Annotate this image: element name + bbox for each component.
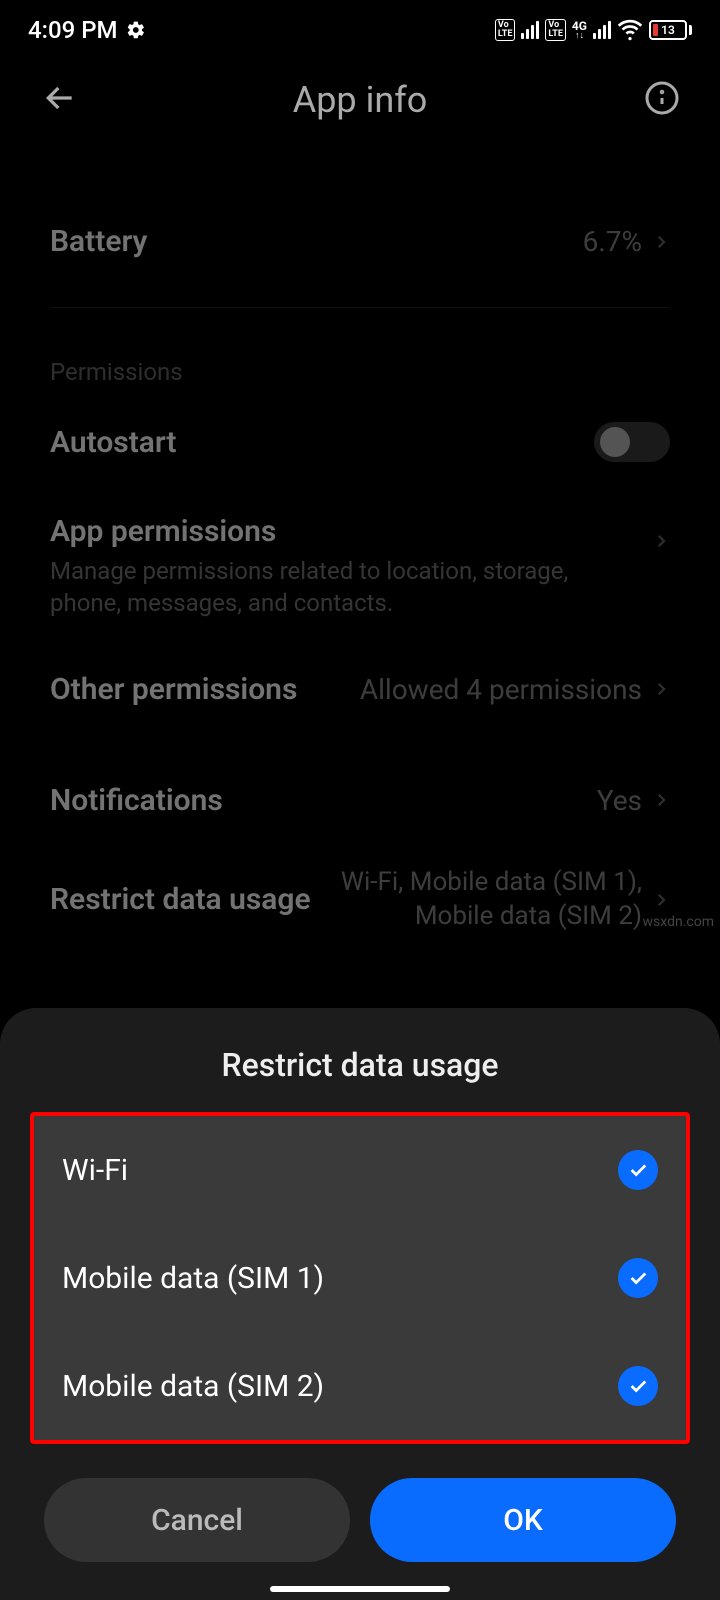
option-sim1-label: Mobile data (SIM 1): [62, 1261, 324, 1296]
option-sim2-label: Mobile data (SIM 2): [62, 1369, 324, 1404]
restrict-data-dialog: Restrict data usage Wi-Fi Mobile data (S…: [0, 1008, 720, 1600]
option-sim1[interactable]: Mobile data (SIM 1): [34, 1224, 686, 1332]
dialog-title: Restrict data usage: [0, 1036, 720, 1112]
option-wifi-label: Wi-Fi: [62, 1153, 128, 1188]
nav-indicator[interactable]: [270, 1586, 450, 1592]
option-wifi[interactable]: Wi-Fi: [34, 1116, 686, 1224]
checkbox-checked-icon[interactable]: [618, 1258, 658, 1298]
option-sim2[interactable]: Mobile data (SIM 2): [34, 1332, 686, 1440]
checkbox-checked-icon[interactable]: [618, 1366, 658, 1406]
checkbox-checked-icon[interactable]: [618, 1150, 658, 1190]
ok-button[interactable]: OK: [370, 1478, 676, 1562]
cancel-button[interactable]: Cancel: [44, 1478, 350, 1562]
watermark: wsxdn.com: [643, 914, 714, 930]
dialog-options-highlight-box: Wi-Fi Mobile data (SIM 1) Mobile data (S…: [30, 1112, 690, 1444]
dialog-buttons: Cancel OK: [0, 1444, 720, 1572]
